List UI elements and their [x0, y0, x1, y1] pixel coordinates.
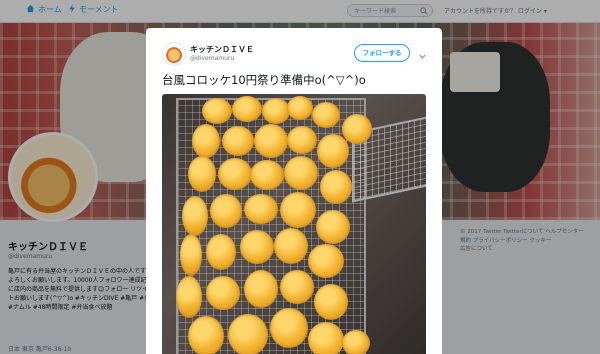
croquette	[262, 98, 290, 124]
croquette	[342, 330, 370, 354]
croquette	[250, 160, 284, 190]
croquette	[280, 192, 316, 228]
croquette	[342, 114, 372, 144]
chevron-down-icon[interactable]	[418, 46, 427, 65]
croquette	[240, 230, 274, 264]
tweet-author-avatar[interactable]	[162, 42, 186, 66]
croquette	[176, 276, 202, 318]
croquette	[188, 156, 216, 192]
croquette	[192, 124, 220, 158]
croquette	[316, 210, 350, 244]
tweet-text: 台風コロッケ10円祭り準備中o(^▽^)o	[162, 73, 366, 87]
croquette	[228, 314, 268, 354]
croquette	[317, 134, 349, 168]
croquette	[287, 126, 317, 154]
croquette	[274, 228, 308, 264]
croquette	[284, 156, 318, 190]
croquette	[206, 234, 236, 270]
croquette	[287, 96, 313, 120]
croquette	[244, 194, 278, 224]
croquette	[270, 308, 308, 348]
croquette	[314, 284, 348, 320]
croquette	[222, 126, 254, 156]
croquette	[308, 322, 344, 354]
croquette	[232, 96, 262, 122]
croquette	[280, 270, 314, 304]
follow-button[interactable]: フォローする	[354, 44, 410, 62]
croquette	[180, 234, 202, 276]
tweet-modal: キッチンＤＩＶＥ @divemamuru フォローする 台風コロッケ10円祭り準…	[146, 28, 442, 354]
croquette	[218, 158, 252, 190]
croquette	[210, 194, 242, 228]
croquette	[182, 196, 208, 236]
tweet-author-name[interactable]: キッチンＤＩＶＥ	[190, 44, 254, 55]
croquette	[312, 102, 340, 128]
croquette	[308, 244, 344, 278]
tweet-author-handle[interactable]: @divemamuru	[190, 55, 234, 62]
croquette	[254, 124, 288, 158]
croquette	[206, 276, 240, 310]
croquette	[202, 98, 232, 124]
tweet-photo[interactable]	[162, 94, 426, 354]
croquette	[320, 170, 352, 204]
croquette	[244, 270, 278, 308]
croquette	[188, 316, 224, 354]
